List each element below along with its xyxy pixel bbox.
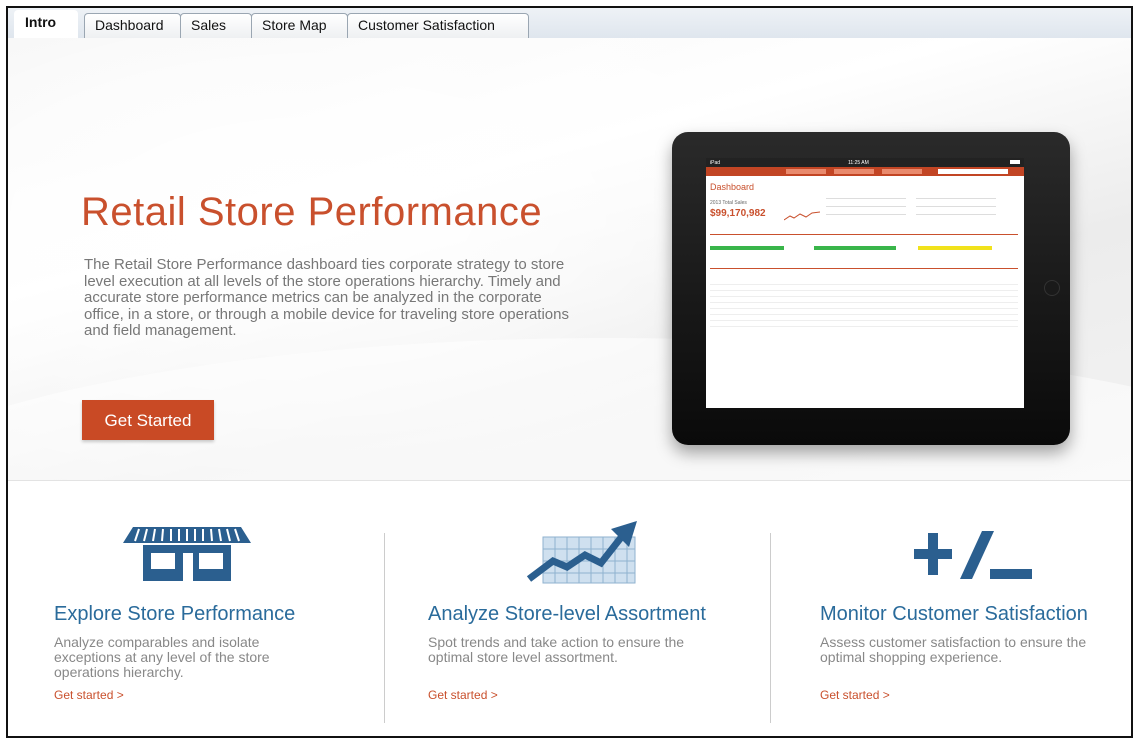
feature-link-explore[interactable]: Get started > bbox=[54, 688, 124, 702]
feature-link-satisfaction[interactable]: Get started > bbox=[820, 688, 890, 702]
hero-section: Retail Store Performance The Retail Stor… bbox=[8, 38, 1131, 480]
feature-title-explore: Explore Store Performance bbox=[54, 603, 296, 625]
hero-title: Retail Store Performance bbox=[81, 190, 543, 234]
get-started-button[interactable]: Get Started bbox=[82, 400, 214, 440]
tablet-screen-title: Dashboard bbox=[710, 182, 755, 192]
feature-divider bbox=[384, 533, 385, 723]
tab-intro[interactable]: Intro bbox=[14, 10, 78, 39]
tablet-sparkline bbox=[784, 211, 820, 221]
tab-dashboard[interactable]: Dashboard bbox=[84, 13, 181, 38]
feature-desc-assortment: Spot trends and take action to ensure th… bbox=[428, 634, 685, 665]
app-frame: Intro Dashboard Sales Store Map Customer… bbox=[6, 6, 1133, 738]
tablet-total-label: 2013 Total Sales bbox=[710, 200, 747, 206]
feature-title-satisfaction: Monitor Customer Satisfaction bbox=[820, 603, 1088, 625]
storefront-icon bbox=[121, 523, 253, 583]
battery-icon bbox=[1010, 160, 1020, 164]
feature-desc-satisfaction: Assess customer satisfaction to ensure t… bbox=[820, 634, 1087, 665]
tab-sales[interactable]: Sales bbox=[180, 13, 252, 38]
trend-chart-icon bbox=[525, 519, 641, 585]
tab-customer-satisfaction[interactable]: Customer Satisfaction bbox=[347, 13, 529, 38]
tablet-device-label: iPad bbox=[710, 160, 721, 166]
tab-bar: Intro Dashboard Sales Store Map Customer… bbox=[8, 8, 1131, 39]
hero-description: The Retail Store Performance dashboard t… bbox=[84, 256, 569, 339]
feature-title-assortment: Analyze Store-level Assortment bbox=[428, 603, 706, 625]
tablet-total-value: $99,170,982 bbox=[710, 208, 766, 219]
tablet-image: iPad 11:25 AM Dashboard 2013 Total Sales… bbox=[672, 132, 1070, 445]
features-section: Explore Store Performance Analyze compar… bbox=[8, 480, 1131, 736]
tablet-screen: iPad 11:25 AM Dashboard 2013 Total Sales… bbox=[706, 158, 1024, 408]
feature-link-assortment[interactable]: Get started > bbox=[428, 688, 498, 702]
tablet-time: 11:25 AM bbox=[848, 160, 869, 166]
plus-minus-icon bbox=[914, 529, 1032, 581]
feature-desc-explore: Analyze comparables and isolate exceptio… bbox=[54, 634, 270, 680]
tablet-filter-bar bbox=[706, 167, 1024, 176]
tablet-status-bar: iPad 11:25 AM bbox=[706, 158, 1024, 167]
feature-divider bbox=[770, 533, 771, 723]
tab-store-map[interactable]: Store Map bbox=[251, 13, 348, 38]
tablet-camera-icon bbox=[1044, 280, 1060, 296]
